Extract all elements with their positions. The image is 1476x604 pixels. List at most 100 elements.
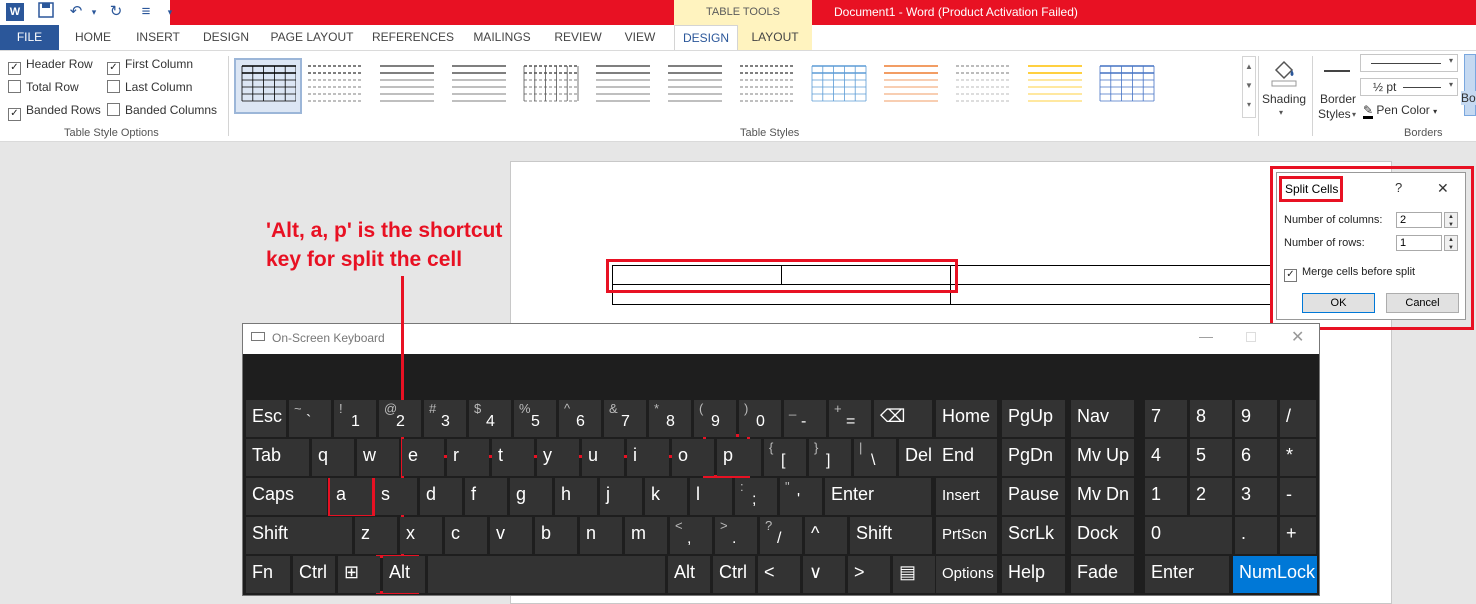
key--[interactable]: :; [735, 478, 777, 515]
key--[interactable]: & 7 [604, 400, 646, 437]
tab-insert[interactable]: INSERT [130, 25, 186, 50]
header-row-checkbox[interactable]: ✓ [8, 62, 21, 75]
last-column-option[interactable]: Last Column [107, 80, 192, 94]
shading-label[interactable]: Shading [1262, 92, 1306, 106]
pen-color-button[interactable]: ✎ Pen Color ▾ [1363, 103, 1437, 119]
tab-design[interactable]: DESIGN [198, 25, 254, 50]
key--[interactable]: " ' [780, 478, 822, 515]
customize-icon[interactable]: ▾ [160, 2, 180, 22]
key--[interactable]: * [1280, 439, 1316, 476]
table-style-thumbnail[interactable] [810, 62, 867, 106]
key-tab[interactable]: Tab [246, 439, 309, 476]
key-l[interactable]: l [690, 478, 732, 515]
table-style-thumbnail[interactable] [378, 62, 434, 106]
key-z[interactable]: z [355, 517, 397, 554]
border-styles-label-1[interactable]: Border [1320, 92, 1356, 106]
key-pause[interactable]: Pause [1002, 478, 1065, 515]
key--[interactable]: <, [670, 517, 712, 554]
key-end[interactable]: End [936, 439, 997, 476]
border-styles-dropdown-icon[interactable]: ▾ [1352, 110, 1356, 119]
key--[interactable]: ! 1 [334, 400, 376, 437]
table-style-thumbnail[interactable] [1026, 62, 1082, 106]
key--[interactable]: ▤ [893, 556, 935, 593]
first-column-option[interactable]: ✓ First Column [107, 57, 193, 75]
banded-rows-option[interactable]: ✓ Banded Rows [8, 103, 101, 121]
key-w[interactable]: w [357, 439, 399, 476]
key-esc[interactable]: Esc [246, 400, 286, 437]
touch-mode-icon[interactable]: ≡ [136, 2, 156, 22]
tab-page-layout[interactable]: PAGE LAYOUT [266, 25, 358, 50]
table-style-thumbnail[interactable] [234, 58, 302, 114]
key-n[interactable]: n [580, 517, 622, 554]
tab-mailings[interactable]: MAILINGS [468, 25, 536, 50]
key-shift[interactable]: Shift [246, 517, 352, 554]
key-enter[interactable]: Enter [1145, 556, 1229, 593]
banded-columns-option[interactable]: Banded Columns [107, 103, 217, 117]
key--[interactable]: #3 [424, 400, 466, 437]
maximize-icon[interactable] [1246, 332, 1256, 342]
key-3[interactable]: 3 [1235, 478, 1277, 515]
key-a[interactable]: a [330, 478, 372, 515]
key-6[interactable]: 6 [1235, 439, 1277, 476]
table-cell[interactable] [950, 265, 1272, 285]
key--[interactable]: < [758, 556, 800, 593]
key-b[interactable]: b [535, 517, 577, 554]
key--[interactable]: >. [715, 517, 757, 554]
key-pgdn[interactable]: PgDn [1002, 439, 1065, 476]
key--[interactable]: ^ 6 [559, 400, 601, 437]
header-row-option[interactable]: ✓ Header Row [8, 57, 93, 75]
key-8[interactable]: 8 [1190, 400, 1232, 437]
gallery-scroll[interactable]: ▲ ▼ ▾ [1242, 56, 1256, 118]
key-s[interactable]: s [375, 478, 417, 515]
key-blank[interactable] [428, 556, 665, 593]
table-style-thumbnail[interactable] [450, 62, 506, 106]
tab-view[interactable]: VIEW [618, 25, 662, 50]
key-y[interactable]: y [537, 439, 579, 476]
table-style-thumbnail[interactable] [594, 62, 650, 106]
key-help[interactable]: Help [1002, 556, 1065, 593]
key--[interactable]: ~ ` [289, 400, 331, 437]
key--[interactable]: > [848, 556, 890, 593]
key--[interactable]: + = [829, 400, 871, 437]
first-column-checkbox[interactable]: ✓ [107, 62, 120, 75]
key-9[interactable]: 9 [1235, 400, 1277, 437]
border-button-cut[interactable] [1464, 54, 1476, 116]
key-ctrl[interactable]: Ctrl [293, 556, 335, 593]
key--[interactable]: ⌫ [874, 400, 932, 437]
key--[interactable]: . [1235, 517, 1277, 554]
table-style-thumbnail[interactable] [738, 62, 794, 106]
key-i[interactable]: i [627, 439, 669, 476]
table-style-thumbnail[interactable] [522, 62, 579, 106]
key-fn[interactable]: Fn [246, 556, 290, 593]
key--[interactable]: * 8 [649, 400, 691, 437]
table-style-thumbnail[interactable] [882, 62, 938, 106]
key--[interactable]: ^ [805, 517, 847, 554]
key-7[interactable]: 7 [1145, 400, 1187, 437]
key--[interactable]: ⊞ [338, 556, 380, 593]
redo-icon[interactable]: ↻ [106, 2, 126, 22]
key-mv-dn[interactable]: Mv Dn [1071, 478, 1134, 515]
key-scrlk[interactable]: ScrLk [1002, 517, 1065, 554]
tab-references[interactable]: REFERENCES [370, 25, 456, 50]
tab-file[interactable]: FILE [0, 25, 59, 50]
undo-dropdown-icon[interactable]: ▾ [84, 2, 104, 22]
close-icon[interactable]: ✕ [1291, 327, 1304, 347]
minimize-icon[interactable]: — [1199, 328, 1213, 344]
key-c[interactable]: c [445, 517, 487, 554]
key-alt[interactable]: Alt [383, 556, 425, 593]
key--[interactable]: }] [809, 439, 851, 476]
key-g[interactable]: g [510, 478, 552, 515]
key-u[interactable]: u [582, 439, 624, 476]
table-style-thumbnail[interactable] [954, 62, 1010, 106]
last-column-checkbox[interactable] [107, 80, 120, 93]
key--[interactable]: / [1280, 400, 1316, 437]
key-4[interactable]: 4 [1145, 439, 1187, 476]
border-styles-icon[interactable] [1324, 70, 1350, 72]
key-alt[interactable]: Alt [668, 556, 710, 593]
key-5[interactable]: 5 [1190, 439, 1232, 476]
key-h[interactable]: h [555, 478, 597, 515]
key-caps[interactable]: Caps [246, 478, 327, 515]
table-style-thumbnail[interactable] [1098, 62, 1155, 106]
key-x[interactable]: x [400, 517, 442, 554]
key-q[interactable]: q [312, 439, 354, 476]
